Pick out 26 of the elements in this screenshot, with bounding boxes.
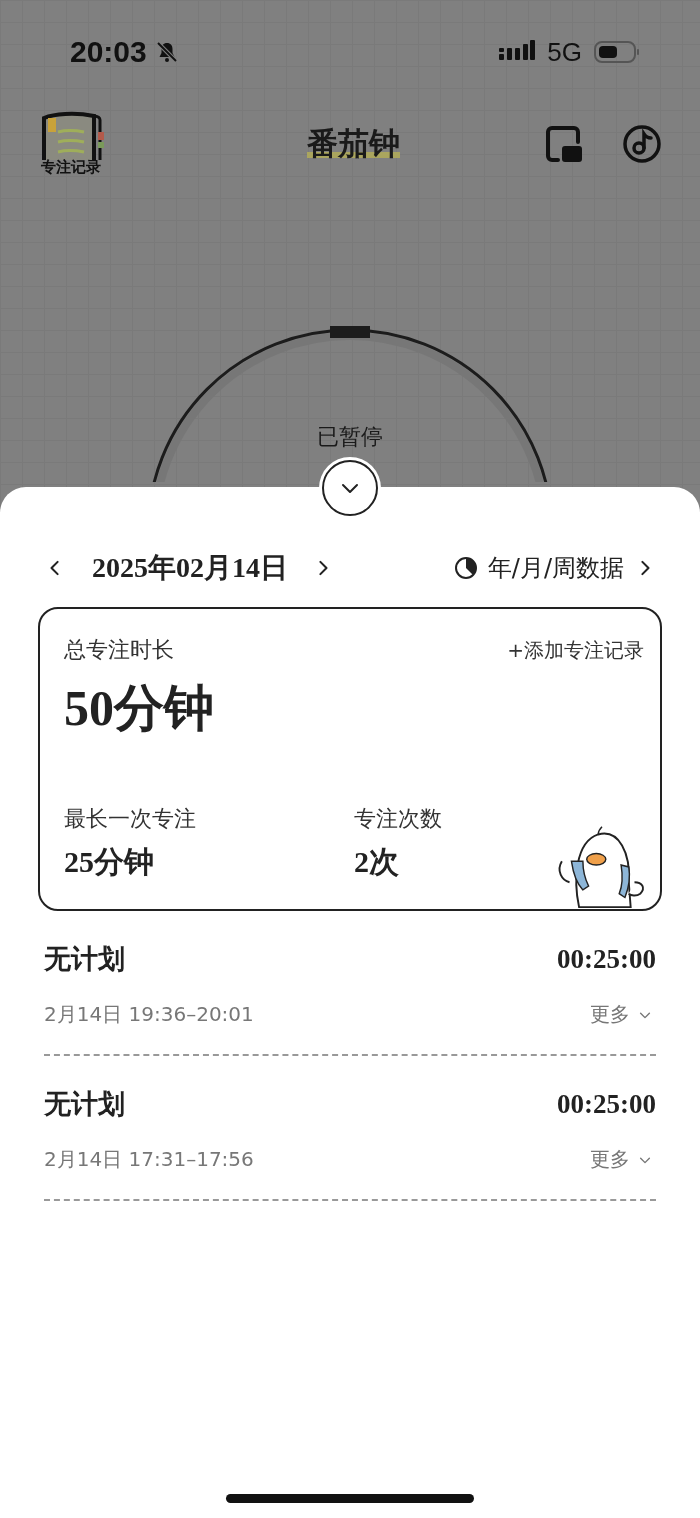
music-note-icon[interactable] — [622, 123, 662, 164]
session-time: 2月14日 17:31–17:56 — [44, 1146, 254, 1173]
floating-window-icon[interactable] — [544, 123, 584, 164]
collapse-button[interactable] — [322, 460, 378, 516]
session-duration: 00:25:00 — [557, 1088, 656, 1120]
stat-label: 专注次数 — [354, 805, 443, 833]
more-button[interactable]: 更多 — [590, 1146, 656, 1173]
total-value: 50分钟 — [64, 679, 215, 738]
stat-value: 25分钟 — [64, 844, 155, 880]
session-duration: 00:25:00 — [557, 943, 656, 975]
network-label: 5G — [547, 36, 582, 68]
session-title: 无计划 — [44, 1088, 125, 1121]
records-button[interactable]: 专注记录 — [36, 110, 106, 177]
more-button[interactable]: 更多 — [590, 1001, 656, 1028]
status-time: 20:03 — [70, 35, 147, 69]
session-title: 无计划 — [44, 943, 125, 976]
stats-link[interactable]: 年/月/周数据 — [453, 552, 624, 584]
add-record-link[interactable]: +添加专注记录 — [507, 636, 644, 664]
stat-label: 最长一次专注 — [64, 805, 197, 833]
pie-chart-icon — [453, 556, 478, 580]
battery-icon — [594, 40, 640, 64]
stat-label: 总专注时长 — [64, 636, 174, 664]
date-label: 2025年02月14日 — [92, 551, 288, 585]
session-time: 2月14日 19:36–20:01 — [44, 1001, 254, 1028]
stat-value: 2次 — [354, 844, 400, 880]
timer-status: 已暂停 — [317, 423, 383, 451]
